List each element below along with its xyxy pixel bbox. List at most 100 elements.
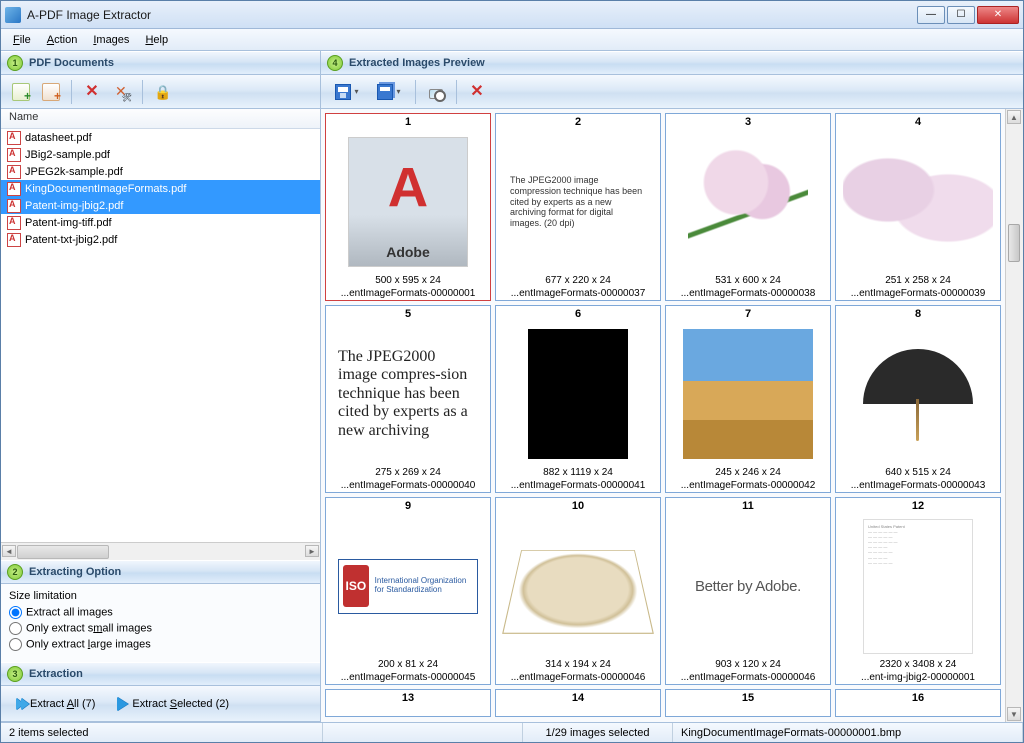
thumb-image	[836, 130, 1000, 274]
save-icon	[335, 84, 351, 100]
pdf-icon	[7, 148, 21, 162]
thumbnail[interactable]: 8 640 x 515 x 24...entImageFormats-000000…	[835, 305, 1001, 493]
right-panel: 4 Extracted Images Preview 1500 x 595 x …	[321, 51, 1023, 722]
separator	[142, 80, 143, 104]
thumb-index: 9	[326, 498, 490, 514]
thumbnail[interactable]: 14	[495, 689, 661, 717]
option-extract-large[interactable]: Only extract large images	[9, 638, 312, 651]
close-button[interactable]: ✕	[977, 6, 1019, 24]
thumbnail[interactable]: 13	[325, 689, 491, 717]
thumb-filename: ...entImageFormats-00000043	[836, 479, 1000, 492]
thumbnail[interactable]: 5The JPEG2000 image compres-sion techniq…	[325, 305, 491, 493]
save-button[interactable]	[327, 79, 367, 105]
thumb-filename: ...entImageFormats-00000039	[836, 287, 1000, 300]
thumbnail[interactable]: 7245 x 246 x 24...entImageFormats-000000…	[665, 305, 831, 493]
extract-all-button[interactable]: Extract All (7)	[9, 694, 102, 714]
option-extract-small[interactable]: Only extract small images	[9, 622, 312, 635]
file-name: datasheet.pdf	[25, 132, 92, 144]
delete-icon	[468, 83, 486, 101]
file-row[interactable]: Patent-img-jbig2.pdf	[1, 197, 320, 214]
thumb-filename: ...entImageFormats-00000046	[496, 671, 660, 684]
thumbnail[interactable]: 16	[835, 689, 1001, 717]
menu-action[interactable]: Action	[41, 32, 84, 48]
thumb-index: 8	[836, 306, 1000, 322]
thumb-image: United States Patent— — — — — —— — — — —…	[836, 514, 1000, 658]
menubar: File Action Images Help	[1, 29, 1023, 51]
thumb-dimensions: 251 x 258 x 24	[836, 274, 1000, 287]
view-button[interactable]	[422, 79, 450, 105]
thumb-dimensions: 882 x 1119 x 24	[496, 466, 660, 479]
add-folder-button[interactable]	[37, 79, 65, 105]
thumbnail[interactable]: 15	[665, 689, 831, 717]
file-row[interactable]: datasheet.pdf	[1, 129, 320, 146]
thumb-filename: ...entImageFormats-00000042	[666, 479, 830, 492]
thumb-index: 11	[666, 498, 830, 514]
save-all-button[interactable]	[369, 79, 409, 105]
file-row[interactable]: KingDocumentImageFormats.pdf	[1, 180, 320, 197]
section-title: Extracted Images Preview	[349, 57, 485, 69]
step-3-icon: 3	[7, 666, 23, 682]
scroll-left-icon[interactable]: ◄	[2, 545, 16, 557]
thumb-index: 6	[496, 306, 660, 322]
options-body: Size limitation Extract all images Only …	[1, 584, 320, 662]
thumbnail[interactable]: 11Better by Adobe.903 x 120 x 24...entIm…	[665, 497, 831, 685]
thumbnail[interactable]: 6882 x 1119 x 24...entImageFormats-00000…	[495, 305, 661, 493]
vertical-scrollbar[interactable]: ▲ ▼	[1005, 109, 1023, 722]
file-row[interactable]: JPEG2k-sample.pdf	[1, 163, 320, 180]
add-file-button[interactable]	[7, 79, 35, 105]
radio-large[interactable]	[9, 638, 22, 651]
extraction-body: Extract All (7) Extract Selected (2)	[1, 686, 320, 722]
pdf-icon	[7, 182, 21, 196]
lock-button[interactable]	[149, 79, 177, 105]
status-selection: 2 items selected	[1, 723, 323, 742]
radio-all[interactable]	[9, 606, 22, 619]
file-name: Patent-img-tiff.pdf	[25, 217, 112, 229]
menu-images[interactable]: Images	[87, 32, 135, 48]
thumb-dimensions: 275 x 269 x 24	[326, 466, 490, 479]
gallery[interactable]: 1500 x 595 x 24...entImageFormats-000000…	[321, 109, 1005, 722]
thumbnail[interactable]: 12United States Patent— — — — — —— — — —…	[835, 497, 1001, 685]
thumb-image: ISOInternational Organization for Standa…	[326, 514, 490, 658]
menu-file[interactable]: File	[7, 32, 37, 48]
thumb-dimensions: 245 x 246 x 24	[666, 466, 830, 479]
maximize-button[interactable]: ☐	[947, 6, 975, 24]
thumbnail[interactable]: 3531 x 600 x 24...entImageFormats-000000…	[665, 113, 831, 301]
delete-image-button[interactable]	[463, 79, 491, 105]
section-extracting-option: 2 Extracting Option	[1, 560, 320, 584]
file-name: JBig2-sample.pdf	[25, 149, 110, 161]
remove-button[interactable]	[78, 79, 106, 105]
thumbnail[interactable]: 9ISOInternational Organization for Stand…	[325, 497, 491, 685]
thumbnail[interactable]: 1500 x 595 x 24...entImageFormats-000000…	[325, 113, 491, 301]
file-row[interactable]: Patent-txt-jbig2.pdf	[1, 231, 320, 248]
scroll-down-icon[interactable]: ▼	[1007, 707, 1021, 721]
section-title: Extraction	[29, 668, 83, 680]
thumb-dimensions: 677 x 220 x 24	[496, 274, 660, 287]
radio-small[interactable]	[9, 622, 22, 635]
file-row[interactable]: JBig2-sample.pdf	[1, 146, 320, 163]
file-list[interactable]: datasheet.pdf JBig2-sample.pdf JPEG2k-samp…	[1, 129, 320, 542]
thumbnail[interactable]: 2The JPEG2000 image compression techniqu…	[495, 113, 661, 301]
titlebar[interactable]: A-PDF Image Extractor — ☐ ✕	[1, 1, 1023, 29]
statusbar: 2 items selected 1/29 images selected Ki…	[1, 722, 1023, 742]
file-list-header[interactable]: Name	[1, 109, 320, 129]
scroll-right-icon[interactable]: ►	[305, 545, 319, 557]
option-extract-all[interactable]: Extract all images	[9, 606, 312, 619]
pdf-icon	[7, 165, 21, 179]
remove-all-button[interactable]	[108, 79, 136, 105]
file-row[interactable]: Patent-img-tiff.pdf	[1, 214, 320, 231]
thumb-dimensions: 640 x 515 x 24	[836, 466, 1000, 479]
step-1-icon: 1	[7, 55, 23, 71]
left-panel: 1 PDF Documents Name datasheet.pdfJBig2-…	[1, 51, 321, 722]
thumbnail[interactable]: 4251 x 258 x 24...entImageFormats-000000…	[835, 113, 1001, 301]
menu-help[interactable]: Help	[139, 32, 174, 48]
thumb-index: 14	[496, 690, 660, 706]
scrollbar-thumb[interactable]	[1008, 224, 1020, 262]
pdf-icon	[7, 199, 21, 213]
status-filename: KingDocumentImageFormats-00000001.bmp	[673, 723, 1023, 742]
minimize-button[interactable]: —	[917, 6, 945, 24]
thumbnail[interactable]: 10314 x 194 x 24...entImageFormats-00000…	[495, 497, 661, 685]
extract-selected-button[interactable]: Extract Selected (2)	[110, 693, 236, 715]
pdf-toolbar	[1, 75, 320, 109]
horizontal-scrollbar[interactable]: ◄ ►	[1, 542, 320, 560]
scroll-up-icon[interactable]: ▲	[1007, 110, 1021, 124]
